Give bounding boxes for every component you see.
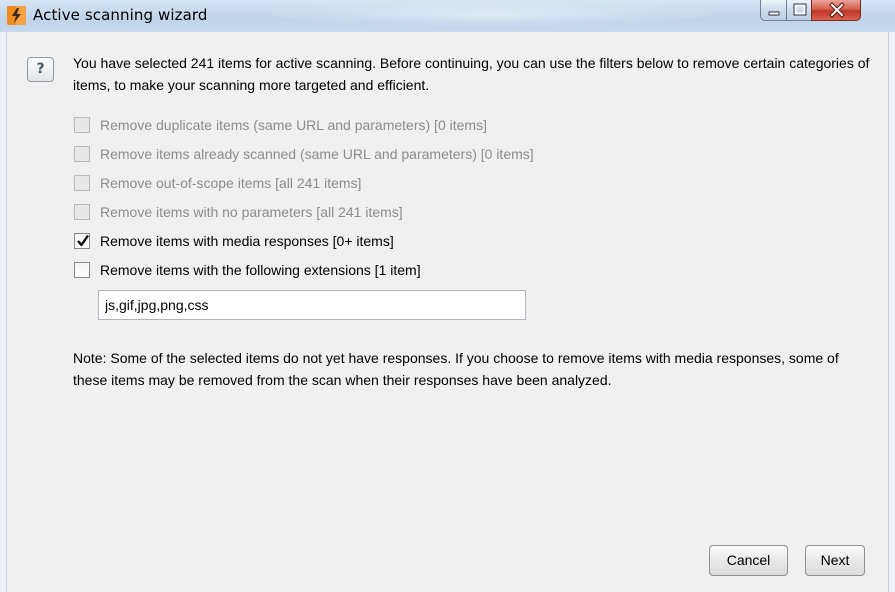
option-label: Remove items with media responses [0+ it… — [100, 233, 394, 249]
window-title: Active scanning wizard — [33, 6, 208, 24]
checkbox-no-parameters — [74, 204, 90, 220]
option-remove-out-of-scope: Remove out-of-scope items [all 241 items… — [74, 173, 361, 193]
app-lightning-icon — [7, 6, 26, 25]
option-label: Remove duplicate items (same URL and par… — [100, 117, 487, 133]
option-label: Remove items with the following extensio… — [100, 262, 421, 278]
title-bar[interactable]: Active scanning wizard — [0, 0, 895, 32]
checkbox-extensions[interactable] — [74, 262, 90, 278]
checkbox-already-scanned — [74, 146, 90, 162]
maximize-button[interactable] — [786, 0, 812, 21]
wizard-window: Active scanning wizard ? You have select… — [0, 0, 895, 592]
option-label: Remove items already scanned (same URL a… — [100, 146, 534, 162]
option-remove-duplicate: Remove duplicate items (same URL and par… — [74, 115, 487, 135]
close-button[interactable] — [811, 0, 861, 21]
checkbox-duplicate — [74, 117, 90, 133]
wizard-content: ? You have selected 241 items for active… — [6, 32, 889, 592]
option-remove-media-responses[interactable]: Remove items with media responses [0+ it… — [74, 231, 394, 251]
option-remove-extensions[interactable]: Remove items with the following extensio… — [74, 260, 421, 280]
extensions-input[interactable] — [98, 290, 526, 320]
checkbox-media-responses[interactable] — [74, 233, 90, 249]
option-label: Remove items with no parameters [all 241… — [100, 204, 403, 220]
intro-text: You have selected 241 items for active s… — [73, 55, 870, 93]
close-icon — [829, 2, 845, 18]
cancel-button[interactable]: Cancel — [709, 545, 788, 576]
option-label: Remove out-of-scope items [all 241 items… — [100, 175, 362, 191]
option-remove-already-scanned: Remove items already scanned (same URL a… — [74, 144, 534, 164]
minimize-button[interactable] — [760, 0, 787, 21]
option-remove-no-parameters: Remove items with no parameters [all 241… — [74, 202, 403, 222]
note-text: Note: Some of the selected items do not … — [73, 350, 839, 388]
checkbox-out-of-scope — [74, 175, 90, 191]
title-bar-glass — [260, 2, 720, 28]
checkmark-icon — [77, 234, 89, 247]
next-button[interactable]: Next — [805, 545, 865, 576]
maximize-icon — [793, 3, 807, 16]
help-icon[interactable]: ? — [27, 57, 54, 82]
minimize-icon — [768, 11, 780, 16]
